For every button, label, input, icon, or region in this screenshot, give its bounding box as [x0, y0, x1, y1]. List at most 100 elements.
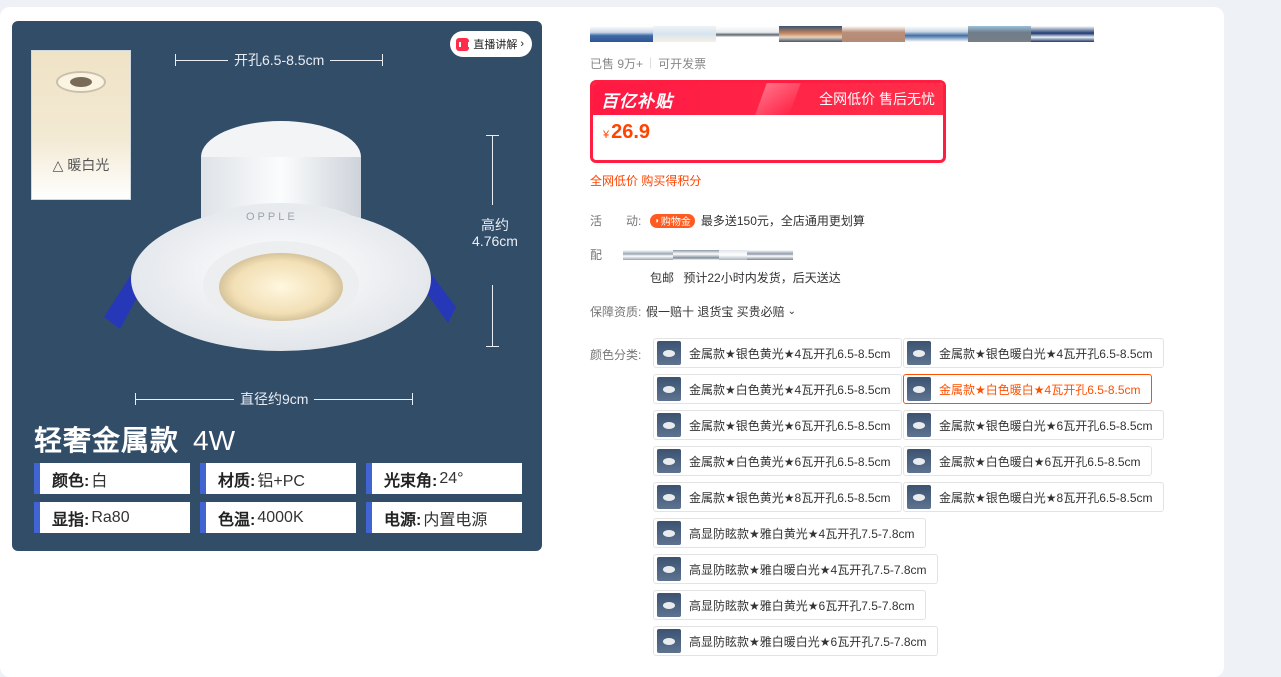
spec-value: 铝+PC [257, 472, 305, 490]
color-option[interactable]: 金属款★银色黄光★6瓦开孔6.5-8.5cm [653, 410, 902, 440]
mini-lamp-icon [56, 71, 106, 93]
option-label: 金属款★白色黄光★4瓦开孔6.5-8.5cm [689, 382, 891, 397]
color-option[interactable]: 高显防眩款★雅白暖白光★6瓦开孔7.5-7.8cm [653, 626, 938, 656]
promo-text: 全网低价 购买得积分 [590, 174, 702, 188]
delivery-address-obscured[interactable] [623, 249, 793, 260]
color-option[interactable]: 金属款★白色黄光★4瓦开孔6.5-8.5cm [653, 374, 902, 404]
spec-item: 色温: 4000K [200, 502, 356, 533]
spec-value: 24° [439, 469, 464, 487]
spec-value: 内置电源 [423, 511, 488, 529]
dimension-top: 开孔6.5-8.5cm [175, 50, 384, 70]
shopping-gold-badge: 购物金 [650, 213, 695, 228]
series-name: 轻奢金属款 [34, 425, 180, 456]
spec-grid: 颜色: 白 材质: 铝+PC 光束角: 24° 显指: Ra80 色温: 4000K 电源… [34, 463, 522, 533]
invoice-label: 可开发票 [658, 57, 707, 71]
guarantee-row[interactable]: 保障资质: 假一赔十 退货宝 买贵必赔 ⌄ [590, 303, 796, 320]
spec-key: 色温: [218, 511, 256, 529]
thumbnail[interactable] [968, 26, 1031, 42]
chevron-down-icon[interactable]: ⌄ [788, 306, 796, 317]
free-shipping: 包邮 [650, 271, 675, 285]
option-thumbnail-icon [907, 449, 931, 473]
spec-value: 白 [91, 472, 108, 490]
thumbnail[interactable] [905, 26, 968, 42]
spec-item: 光束角: 24° [366, 463, 522, 494]
color-option[interactable]: 高显防眩款★雅白黄光★6瓦开孔7.5-7.8cm [653, 590, 926, 620]
option-thumbnail-icon [657, 449, 681, 473]
spec-key: 电源: [384, 511, 422, 529]
spec-key: 光束角: [384, 472, 438, 490]
lightning-icon [755, 83, 801, 115]
currency-symbol: ¥ [603, 129, 610, 141]
thumbnail[interactable] [1031, 26, 1094, 42]
thumbnail[interactable] [716, 26, 779, 42]
spec-key: 材质: [218, 472, 256, 490]
spec-key: 颜色: [52, 472, 90, 490]
color-option[interactable]: 金属款★银色暖白光★8瓦开孔6.5-8.5cm [903, 482, 1164, 512]
guarantee-text[interactable]: 假一赔十 退货宝 买贵必赔 [646, 303, 785, 320]
option-thumbnail-icon [907, 485, 931, 509]
option-thumbnail-icon [657, 377, 681, 401]
activity-text[interactable]: 最多送150元，全店通用更划算 [701, 212, 865, 229]
delivery-label: 配 [590, 248, 603, 262]
thumbnail-strip[interactable] [590, 26, 1094, 42]
color-category-label: 颜色分类: [590, 348, 642, 362]
thumbnail[interactable] [779, 26, 842, 42]
product-main-image[interactable]: 直播讲解 › 开孔6.5-8.5cm 高约 4.76cm △ 暖白光 OPPLE… [12, 21, 542, 551]
thumbnail[interactable] [590, 26, 653, 42]
color-option[interactable]: 金属款★白色暖白★6瓦开孔6.5-8.5cm [903, 446, 1152, 476]
spec-value: Ra80 [91, 508, 130, 526]
dimension-height-label: 高约 4.76cm [472, 217, 518, 249]
delivery-row: 配 [590, 246, 793, 263]
option-thumbnail-icon [657, 557, 681, 581]
option-thumbnail-icon [657, 413, 681, 437]
downlight-illustration: OPPLE [104, 121, 456, 351]
activity-row: 活 动: 购物金 最多送150元，全店通用更划算 [590, 212, 865, 229]
option-label: 金属款★银色黄光★4瓦开孔6.5-8.5cm [689, 346, 891, 361]
color-option[interactable]: 金属款★银色暖白光★6瓦开孔6.5-8.5cm [903, 410, 1164, 440]
spec-item: 材质: 铝+PC [200, 463, 356, 494]
guarantee-label: 保障资质: [590, 305, 642, 319]
option-label: 金属款★白色暖白★6瓦开孔6.5-8.5cm [939, 454, 1141, 469]
option-thumbnail-icon [657, 521, 681, 545]
spec-item: 颜色: 白 [34, 463, 190, 494]
option-thumbnail-icon [657, 593, 681, 617]
spec-key: 显指: [52, 511, 90, 529]
live-label: 直播讲解 [473, 39, 518, 51]
dimension-bottom-label: 直径约9cm [240, 391, 309, 407]
option-label: 高显防眩款★雅白黄光★4瓦开孔7.5-7.8cm [689, 526, 915, 541]
live-explain-button[interactable]: 直播讲解 › [450, 31, 532, 57]
option-label: 金属款★银色黄光★8瓦开孔6.5-8.5cm [689, 490, 891, 505]
sales-row: 已售 9万+ | 可开发票 [590, 55, 707, 71]
option-thumbnail-icon [657, 629, 681, 653]
activity-label: 活 动: [590, 214, 642, 228]
color-option[interactable]: 金属款★白色暖白★4瓦开孔6.5-8.5cm [903, 374, 1152, 404]
option-label: 金属款★银色暖白光★6瓦开孔6.5-8.5cm [939, 418, 1153, 433]
color-option[interactable]: 高显防眩款★雅白黄光★4瓦开孔7.5-7.8cm [653, 518, 926, 548]
color-option[interactable]: 金属款★银色暖白光★4瓦开孔6.5-8.5cm [903, 338, 1164, 368]
thumbnail[interactable] [653, 26, 716, 42]
brand-mark: OPPLE [246, 211, 298, 223]
option-label: 金属款★白色黄光★6瓦开孔6.5-8.5cm [689, 454, 891, 469]
live-icon [456, 37, 471, 51]
price-box: 百亿补贴 全网低价 售后无忧 ¥ 26.9 [590, 80, 946, 163]
option-label: 金属款★银色暖白光★8瓦开孔6.5-8.5cm [939, 490, 1153, 505]
subsidy-banner: 百亿补贴 全网低价 售后无忧 [593, 83, 943, 115]
color-option[interactable]: 高显防眩款★雅白暖白光★4瓦开孔7.5-7.8cm [653, 554, 938, 584]
option-thumbnail-icon [657, 485, 681, 509]
dimension-top-label: 开孔6.5-8.5cm [234, 52, 325, 68]
color-option[interactable]: 金属款★银色黄光★4瓦开孔6.5-8.5cm [653, 338, 902, 368]
shipping-info: 包邮 预计22小时内发货，后天送达 [650, 269, 841, 286]
color-option[interactable]: 金属款★白色黄光★6瓦开孔6.5-8.5cm [653, 446, 902, 476]
subsidy-title: 百亿补贴 [601, 91, 673, 111]
product-series-title: 轻奢金属款 4W [34, 419, 235, 459]
chevron-right-icon: › [520, 38, 524, 50]
color-option[interactable]: 金属款★银色黄光★8瓦开孔6.5-8.5cm [653, 482, 902, 512]
dimension-bottom: 直径约9cm [135, 389, 414, 409]
option-thumbnail-icon [907, 413, 931, 437]
option-thumbnail-icon [657, 341, 681, 365]
option-label: 金属款★白色暖白★4瓦开孔6.5-8.5cm [939, 382, 1141, 397]
power-rating: 4W [193, 425, 236, 456]
shipping-time: 预计22小时内发货，后天送达 [683, 271, 841, 285]
price: ¥ 26.9 [593, 115, 943, 150]
thumbnail[interactable] [842, 26, 905, 42]
